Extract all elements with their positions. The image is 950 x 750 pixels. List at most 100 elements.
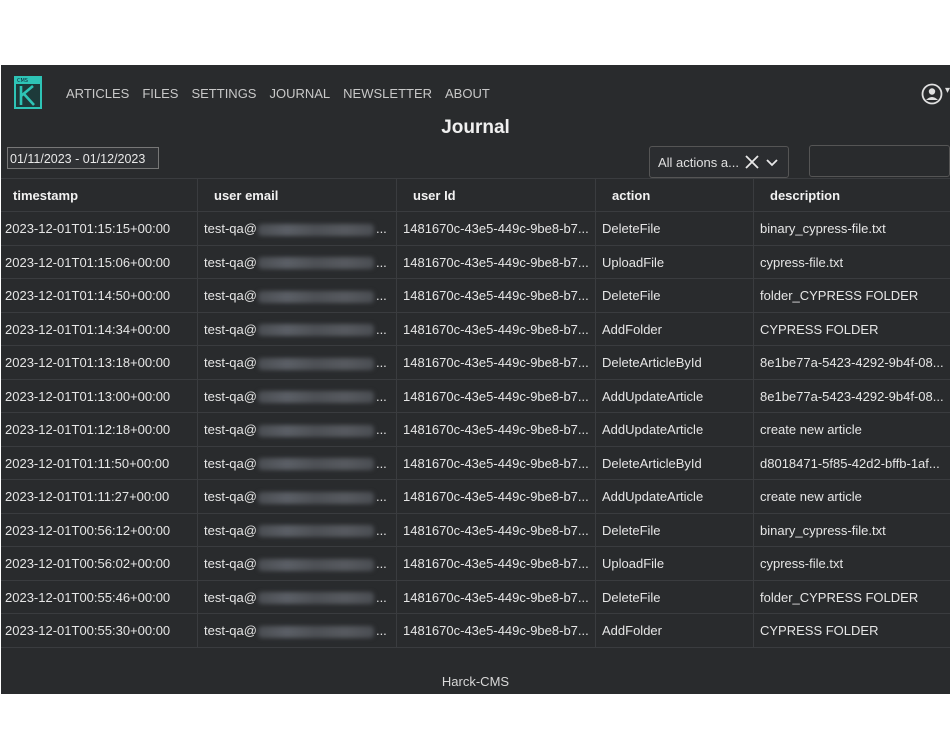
- cell-timestamp: 2023-12-01T01:13:00+00:00: [1, 379, 198, 412]
- email-text: test-qa@: [204, 254, 257, 270]
- cell-action: DeleteFile: [596, 513, 754, 546]
- table-row[interactable]: 2023-12-01T00:56:02+00:00 test-qa@... 1481…: [1, 547, 950, 581]
- email-text: test-qa@: [204, 321, 257, 337]
- cell-timestamp: 2023-12-01T01:11:50+00:00: [1, 446, 198, 479]
- action-filter-select[interactable]: All actions a...: [649, 146, 789, 178]
- page-title: Journal: [441, 117, 510, 138]
- header-timestamp[interactable]: timestamp: [1, 179, 198, 211]
- cell-description: d8018471-5f85-42d2-bffb-1af...: [760, 455, 940, 471]
- header-action[interactable]: action: [596, 179, 754, 211]
- email-ellipsis: ...: [375, 221, 387, 236]
- table-row[interactable]: 2023-12-01T01:13:00+00:00 test-qa@... 1481…: [1, 379, 950, 413]
- header-description[interactable]: description: [754, 179, 950, 211]
- search-input[interactable]: [809, 145, 950, 177]
- cell-timestamp: 2023-12-01T00:56:12+00:00: [1, 513, 198, 546]
- harck-cms-logo[interactable]: CMS: [14, 76, 42, 109]
- cell-action: UploadFile: [596, 245, 754, 278]
- table-body: 2023-12-01T01:15:15+00:00 test-qa@... 1481…: [1, 212, 950, 648]
- cell-description: folder_CYPRESS FOLDER: [760, 288, 919, 303]
- cell-user-email: test-qa@...: [198, 346, 397, 379]
- cell-user-id: 1481670c-43e5-449c-9be8-b7...: [397, 279, 596, 312]
- cell-user-email: test-qa@...: [198, 379, 397, 412]
- account-circle-icon[interactable]: [921, 83, 943, 105]
- table-row[interactable]: 2023-12-01T01:14:50+00:00 test-qa@... 1481…: [1, 279, 950, 313]
- header-user-email[interactable]: user email: [198, 179, 397, 211]
- cell-timestamp: 2023-12-01T00:56:02+00:00: [1, 547, 198, 580]
- redacted-email-domain: [257, 257, 374, 270]
- redacted-email-domain: [257, 324, 374, 337]
- cell-action: AddUpdateArticle: [596, 413, 754, 446]
- email-ellipsis: ...: [375, 556, 387, 571]
- cell-user-id: 1481670c-43e5-449c-9be8-b7...: [397, 212, 596, 245]
- table-row[interactable]: 2023-12-01T01:15:15+00:00 test-qa@... 1481…: [1, 212, 950, 246]
- email-text: test-qa@: [204, 388, 257, 404]
- nav-journal[interactable]: JOURNAL: [269, 86, 330, 101]
- table-row[interactable]: 2023-12-01T00:55:30+00:00 test-qa@... 1481…: [1, 614, 950, 648]
- cell-timestamp: 2023-12-01T01:15:06+00:00: [1, 245, 198, 278]
- cell-action: DeleteFile: [596, 212, 754, 245]
- email-ellipsis: ...: [375, 522, 387, 538]
- table-row[interactable]: 2023-12-01T01:11:27+00:00 test-qa@... 1481…: [1, 480, 950, 514]
- email-ellipsis: ...: [375, 288, 387, 303]
- cell-timestamp: 2023-12-01T01:14:50+00:00: [1, 279, 198, 312]
- nav-newsletter[interactable]: NEWSLETTER: [343, 86, 432, 101]
- email-text: test-qa@: [204, 355, 257, 370]
- cell-timestamp: 2023-12-01T01:13:18+00:00: [1, 346, 198, 379]
- email-ellipsis: ...: [375, 355, 387, 370]
- cell-user-id: 1481670c-43e5-449c-9be8-b7...: [397, 379, 596, 412]
- journal-table: timestamp user email user Id action desc…: [1, 178, 950, 648]
- cell-action: DeleteArticleById: [596, 346, 754, 379]
- svg-text:CMS: CMS: [17, 78, 28, 84]
- clear-icon[interactable]: [743, 152, 761, 172]
- redacted-email-domain: [257, 491, 374, 504]
- table-row[interactable]: 2023-12-01T01:13:18+00:00 test-qa@... 1481…: [1, 346, 950, 380]
- table-row[interactable]: 2023-12-01T00:55:46+00:00 test-qa@... 1481…: [1, 580, 950, 614]
- cell-user-email: test-qa@...: [198, 614, 397, 647]
- nav-articles[interactable]: ARTICLES: [66, 86, 129, 101]
- cell-description: folder_CYPRESS FOLDER: [760, 589, 919, 605]
- table-row[interactable]: 2023-12-01T01:12:18+00:00 test-qa@... 1481…: [1, 413, 950, 447]
- cell-user-id: 1481670c-43e5-449c-9be8-b7...: [397, 547, 596, 580]
- table-row[interactable]: 2023-12-01T01:11:50+00:00 test-qa@... 1481…: [1, 446, 950, 480]
- nav-files[interactable]: FILES: [142, 86, 178, 101]
- cell-description: CYPRESS FOLDER: [760, 623, 879, 638]
- redacted-email-domain: [257, 592, 374, 605]
- cell-user-id: 1481670c-43e5-449c-9be8-b7...: [397, 513, 596, 546]
- cell-description: CYPRESS FOLDER: [760, 321, 879, 337]
- email-text: test-qa@: [204, 489, 257, 504]
- cell-user-email: test-qa@...: [198, 413, 397, 446]
- table-row[interactable]: 2023-12-01T01:14:34+00:00 test-qa@... 1481…: [1, 312, 950, 346]
- email-ellipsis: ...: [375, 589, 387, 605]
- nav-about[interactable]: ABOUT: [445, 86, 490, 101]
- table-row[interactable]: 2023-12-01T01:15:06+00:00 test-qa@... 1481…: [1, 245, 950, 279]
- account-caret-icon[interactable]: ▾: [945, 85, 950, 96]
- footer: Harck-CMS: [441, 674, 510, 689]
- email-text: test-qa@: [204, 288, 257, 303]
- cell-timestamp: 2023-12-01T01:12:18+00:00: [1, 413, 198, 446]
- header-user-id[interactable]: user Id: [397, 179, 596, 211]
- email-text: test-qa@: [204, 623, 257, 638]
- nav-links: ARTICLES FILES SETTINGS JOURNAL NEWSLETT…: [66, 86, 490, 101]
- email-text: test-qa@: [204, 522, 257, 538]
- cell-user-email: test-qa@...: [198, 580, 397, 613]
- cell-action: AddFolder: [596, 312, 754, 345]
- table-header: timestamp user email user Id action desc…: [1, 178, 950, 212]
- redacted-email-domain: [257, 391, 374, 404]
- cell-action: DeleteArticleById: [596, 446, 754, 479]
- email-ellipsis: ...: [375, 455, 387, 471]
- date-range-input[interactable]: 01/11/2023 - 01/12/2023: [7, 147, 159, 169]
- chevron-down-icon[interactable]: [765, 156, 779, 170]
- cell-user-id: 1481670c-43e5-449c-9be8-b7...: [397, 413, 596, 446]
- cell-user-id: 1481670c-43e5-449c-9be8-b7...: [397, 245, 596, 278]
- cell-user-id: 1481670c-43e5-449c-9be8-b7...: [397, 346, 596, 379]
- cell-action: AddFolder: [596, 614, 754, 647]
- email-ellipsis: ...: [375, 321, 387, 337]
- email-ellipsis: ...: [375, 422, 387, 437]
- table-row[interactable]: 2023-12-01T00:56:12+00:00 test-qa@... 1481…: [1, 513, 950, 547]
- cell-user-email: test-qa@...: [198, 245, 397, 278]
- nav-settings[interactable]: SETTINGS: [191, 86, 256, 101]
- cell-user-email: test-qa@...: [198, 446, 397, 479]
- top-nav: CMS ARTICLES FILES SETTINGS JOURNAL NEWS…: [1, 65, 950, 121]
- cell-user-email: test-qa@...: [198, 480, 397, 513]
- email-text: test-qa@: [204, 455, 257, 471]
